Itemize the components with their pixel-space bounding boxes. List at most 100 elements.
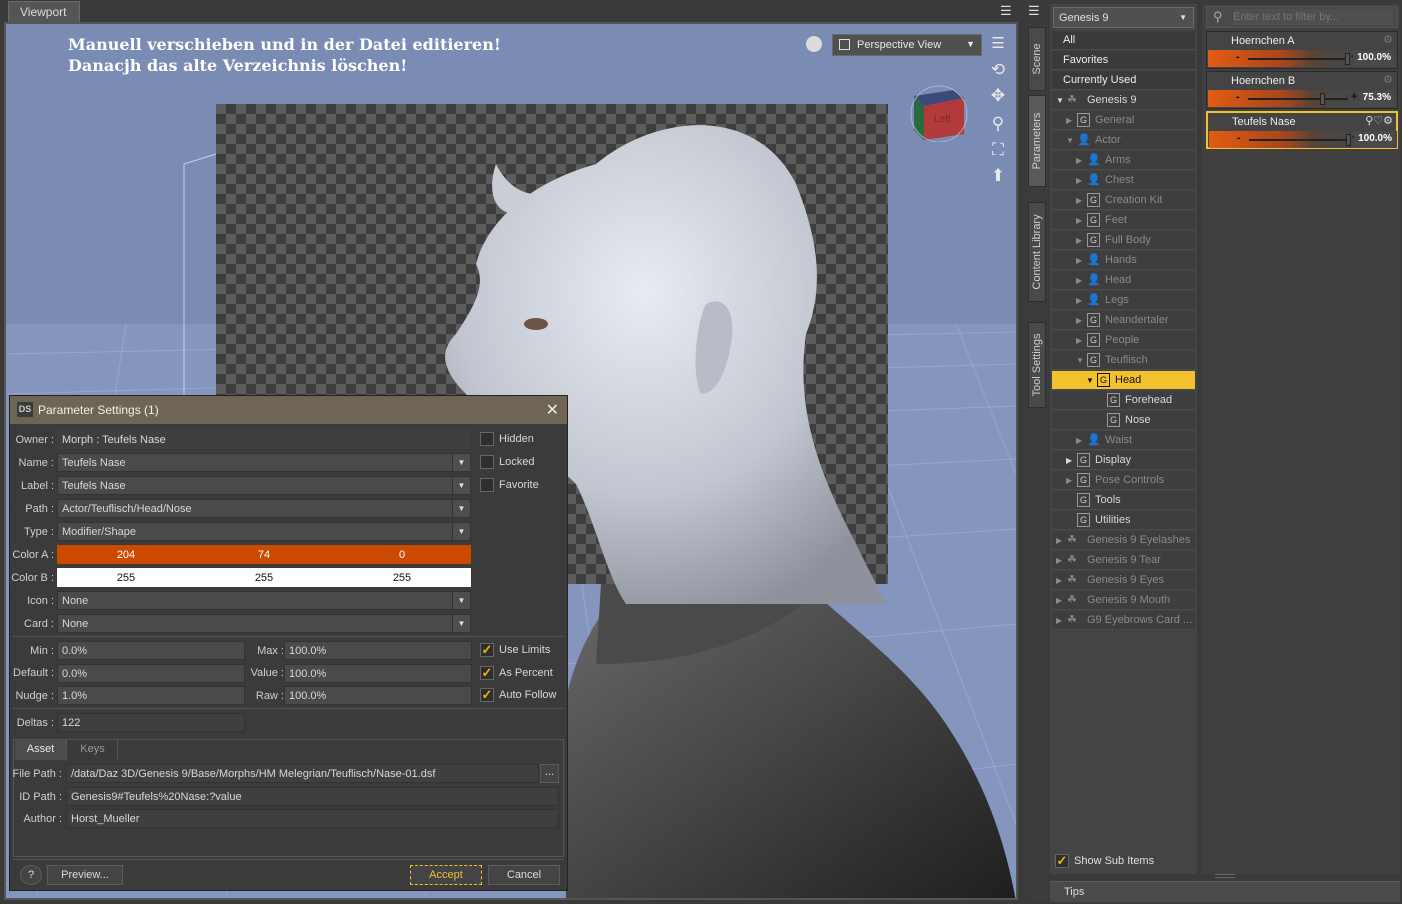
min-field[interactable]: 0.0% xyxy=(57,641,245,660)
tab-keys[interactable]: Keys xyxy=(68,740,118,760)
resize-handle[interactable] xyxy=(1215,874,1235,878)
name-field[interactable]: Teufels Nase ▼ xyxy=(57,453,471,472)
slider-knob[interactable] xyxy=(1346,134,1351,146)
collapsed-arrow-icon[interactable]: ▶ xyxy=(1076,236,1082,245)
chevron-down-icon[interactable]: ▼ xyxy=(452,477,470,494)
viewport-menu-icon[interactable]: ☰ xyxy=(1000,3,1012,19)
viewport-tab[interactable]: Viewport xyxy=(8,1,80,22)
expanded-arrow-icon[interactable]: ▼ xyxy=(1066,136,1074,145)
collapsed-arrow-icon[interactable]: ▶ xyxy=(1056,536,1062,545)
tree-item[interactable]: ▶ 👤 Hands xyxy=(1052,251,1195,270)
filter-box[interactable]: ⚲ xyxy=(1206,6,1398,28)
use-limits-checkbox[interactable]: ✓ xyxy=(480,643,494,657)
tree-item-all[interactable]: All xyxy=(1052,31,1195,50)
tree-item[interactable]: ▶ G General xyxy=(1052,111,1195,130)
collapsed-arrow-icon[interactable]: ▶ xyxy=(1076,176,1082,185)
slider-knob[interactable] xyxy=(1345,53,1350,65)
expanded-arrow-icon[interactable]: ▼ xyxy=(1076,356,1084,365)
tree-item[interactable]: ▶ ☘ Genesis 9 Tear xyxy=(1052,551,1195,570)
tree-item[interactable]: ▶ 👤 Legs xyxy=(1052,291,1195,310)
tree-item[interactable]: ▶ 👤 Waist xyxy=(1052,431,1195,450)
tree-item[interactable]: ▶ G Creation Kit xyxy=(1052,191,1195,210)
light-sphere-icon[interactable] xyxy=(806,36,822,52)
tree-item[interactable]: G Tools xyxy=(1052,491,1195,510)
tree-item[interactable]: ▼ 👤 Actor xyxy=(1052,131,1195,150)
pan-icon[interactable]: ✥ xyxy=(987,86,1009,106)
chevron-down-icon[interactable]: ▼ xyxy=(452,454,470,471)
raw-field[interactable]: 100.0% xyxy=(284,686,472,705)
tab-scene[interactable]: Scene xyxy=(1028,27,1046,91)
slider-bar[interactable]: -+100.0% xyxy=(1208,50,1396,67)
collapsed-arrow-icon[interactable]: ▶ xyxy=(1056,556,1062,565)
collapsed-arrow-icon[interactable]: ▶ xyxy=(1056,616,1062,625)
preview-button[interactable]: Preview... xyxy=(47,865,123,885)
gear-icon[interactable]: ⚙ xyxy=(1383,33,1393,46)
tree-item[interactable]: ▶ ☘ Genesis 9 Mouth xyxy=(1052,591,1195,610)
chevron-down-icon[interactable]: ▼ xyxy=(452,500,470,517)
tab-content-library[interactable]: Content Library xyxy=(1028,202,1046,302)
value-field[interactable]: 100.0% xyxy=(284,664,472,683)
tree-item[interactable]: ▶ ☘ Genesis 9 Eyes xyxy=(1052,571,1195,590)
expanded-arrow-icon[interactable]: ▼ xyxy=(1086,376,1094,385)
tab-asset[interactable]: Asset xyxy=(15,740,67,760)
figure-select[interactable]: Genesis 9 ▼ xyxy=(1053,7,1194,28)
tree-item[interactable]: ▶ 👤 Head xyxy=(1052,271,1195,290)
browse-button[interactable]: ... xyxy=(540,764,559,783)
chevron-down-icon[interactable]: ▼ xyxy=(452,523,470,540)
tree-item[interactable]: G Utilities xyxy=(1052,511,1195,530)
slider-value[interactable]: 75.3% xyxy=(1358,91,1393,106)
cancel-button[interactable]: Cancel xyxy=(488,865,560,885)
show-sub-items[interactable]: ✓ Show Sub Items xyxy=(1052,853,1197,871)
expanded-arrow-icon[interactable]: ▼ xyxy=(1056,96,1064,105)
tree-item[interactable]: G Nose xyxy=(1052,411,1195,430)
slider-knob[interactable] xyxy=(1320,93,1326,105)
max-field[interactable]: 100.0% xyxy=(284,641,472,660)
view-cube[interactable]: Left xyxy=(906,84,968,143)
color-a-field[interactable]: 204 74 0 xyxy=(57,545,471,564)
reset-view-icon[interactable]: ⬆ xyxy=(987,166,1009,186)
decrement-icon[interactable]: - xyxy=(1236,51,1240,63)
color-b-field[interactable]: 255 255 255 xyxy=(57,568,471,587)
slider-value[interactable]: 100.0% xyxy=(1353,51,1393,66)
nudge-field[interactable]: 1.0% xyxy=(57,686,245,705)
frame-icon[interactable]: ⛶ xyxy=(987,140,1009,160)
tab-tool-settings[interactable]: Tool Settings xyxy=(1028,322,1046,408)
collapsed-arrow-icon[interactable]: ▶ xyxy=(1076,216,1082,225)
collapsed-arrow-icon[interactable]: ▶ xyxy=(1076,256,1082,265)
parameter-slider[interactable]: Hoernchen A -+100.0% ⚙ xyxy=(1206,31,1398,69)
gear-icon[interactable]: ⚙ xyxy=(1383,73,1393,86)
card-field[interactable]: None ▼ xyxy=(57,614,471,633)
collapsed-arrow-icon[interactable]: ▶ xyxy=(1076,316,1082,325)
slider-options-icon[interactable]: ⚲♡⚙ xyxy=(1365,114,1393,127)
slider-track[interactable] xyxy=(1248,98,1348,100)
tree-item[interactable]: ▼ ☘ Genesis 9 xyxy=(1052,91,1195,110)
slider-track[interactable] xyxy=(1248,58,1348,60)
orbit-icon[interactable]: ⟲ xyxy=(987,60,1009,80)
filter-input[interactable] xyxy=(1233,9,1393,25)
tree-item[interactable]: ▶ G Pose Controls xyxy=(1052,471,1195,490)
tips-tab[interactable]: Tips xyxy=(1050,881,1400,902)
label-field[interactable]: Teufels Nase ▼ xyxy=(57,476,471,495)
tree-item[interactable]: ▶ G Feet xyxy=(1052,211,1195,230)
tree-item[interactable]: ▶ G Display xyxy=(1052,451,1195,470)
collapsed-arrow-icon[interactable]: ▶ xyxy=(1066,116,1072,125)
collapsed-arrow-icon[interactable]: ▶ xyxy=(1066,476,1072,485)
zoom-icon[interactable]: ⚲ xyxy=(987,114,1009,134)
tree-item-favorites[interactable]: Favorites xyxy=(1052,51,1195,70)
close-icon[interactable]: ✕ xyxy=(546,400,559,420)
decrement-icon[interactable]: - xyxy=(1237,132,1241,144)
auto-follow-checkbox[interactable]: ✓ xyxy=(480,688,494,702)
viewport-options-icon[interactable]: ☰ xyxy=(987,34,1009,52)
collapsed-arrow-icon[interactable]: ▶ xyxy=(1076,156,1082,165)
slider-value[interactable]: 100.0% xyxy=(1354,132,1394,147)
show-sub-items-checkbox[interactable]: ✓ xyxy=(1055,854,1069,868)
tree-item[interactable]: ▼ G Teuflisch xyxy=(1052,351,1195,370)
accept-button[interactable]: Accept xyxy=(410,865,482,885)
help-button[interactable]: ? xyxy=(20,865,42,885)
tab-parameters[interactable]: Parameters xyxy=(1028,95,1046,187)
tree-item[interactable]: ▶ ☘ Genesis 9 Eyelashes xyxy=(1052,531,1195,550)
collapsed-arrow-icon[interactable]: ▶ xyxy=(1076,196,1082,205)
icon-field[interactable]: None ▼ xyxy=(57,591,471,610)
tree-item[interactable]: ▶ 👤 Chest xyxy=(1052,171,1195,190)
collapsed-arrow-icon[interactable]: ▶ xyxy=(1076,336,1082,345)
